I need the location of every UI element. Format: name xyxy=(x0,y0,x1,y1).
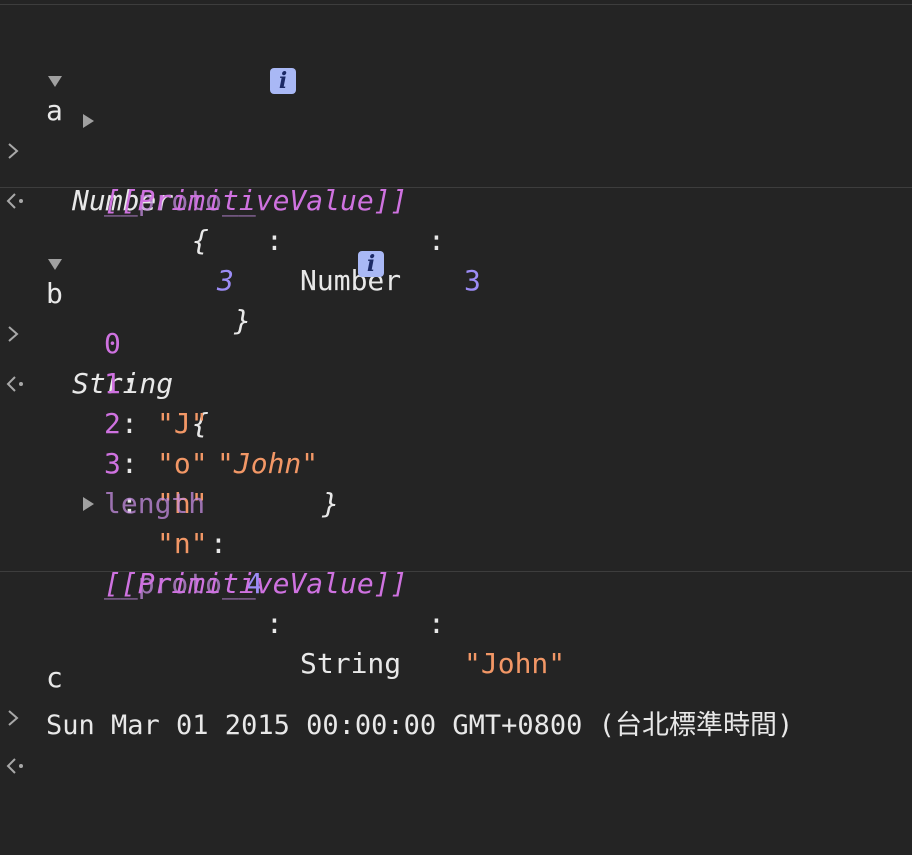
list-item: 0 : "J" xyxy=(0,284,912,440)
console-panel: a Number { 3 } i __proto__ : Number [[Pr… xyxy=(0,0,912,774)
triangle-down-icon[interactable] xyxy=(48,259,62,270)
return-arrow-icon xyxy=(6,666,26,774)
triangle-down-icon[interactable] xyxy=(48,76,62,87)
output-value: Sun Mar 01 2015 00:00:00 GMT+0800 (台北標準時… xyxy=(46,710,794,741)
output-row: Sun Mar 01 2015 00:00:00 GMT+0800 (台北標準時… xyxy=(0,626,912,774)
proto-row[interactable]: __proto__ : Number xyxy=(0,101,912,297)
console-entry-c: c Sun Mar 01 2015 00:00:00 GMT+0800 (台北標… xyxy=(0,571,912,774)
list-item: 1 : "o" xyxy=(0,324,912,480)
input-row[interactable]: b xyxy=(0,194,912,342)
info-icon[interactable]: i xyxy=(358,251,384,277)
output-row: String { "John" } i xyxy=(0,244,912,520)
proto-row[interactable]: __proto__ : String xyxy=(0,484,912,680)
primitive-row: [[PrimitiveValue]] : 3 xyxy=(0,141,912,297)
info-icon[interactable]: i xyxy=(270,68,296,94)
primitive-row: [[PrimitiveValue]] : "John" xyxy=(0,524,912,680)
length-row: length : 4 xyxy=(0,444,912,600)
input-row[interactable]: a xyxy=(0,11,912,159)
console-entry-a: a Number { 3 } i __proto__ : Number [[Pr… xyxy=(0,4,912,337)
console-entry-b: b String { "John" } i 0 : "J" 1 : "o" 2 … xyxy=(0,187,912,680)
triangle-right-icon[interactable] xyxy=(83,114,94,128)
input-row[interactable]: c xyxy=(0,578,912,726)
triangle-right-icon[interactable] xyxy=(83,497,94,511)
list-item: 2 : "h" xyxy=(0,364,912,520)
output-row: Number { 3 } i xyxy=(0,61,912,337)
list-item: 3 : "n" xyxy=(0,404,912,560)
